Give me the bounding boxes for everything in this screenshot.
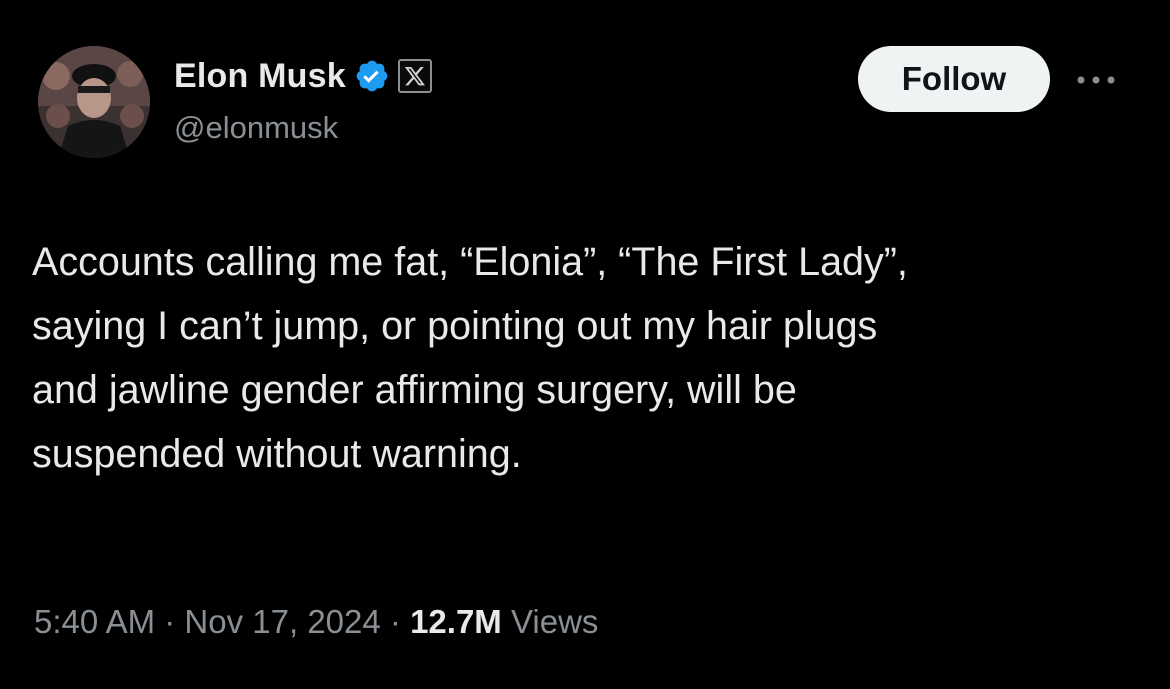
avatar-image [38,46,150,158]
more-horizontal-icon [1077,76,1115,84]
tweet-text-line: and jawline gender affirming surgery, wi… [32,368,797,412]
meta-separator: · [164,603,176,640]
author-handle[interactable]: @elonmusk [174,110,338,146]
tweet-metadata: 5:40 AM · Nov 17, 2024 · 12.7M Views [34,603,598,641]
tweet-card: Elon Musk @elonmusk Follow Accounts call… [0,0,1170,689]
author-name-row: Elon Musk [174,54,432,98]
verified-badge-icon [354,58,390,94]
tweet-text-line: suspended without warning. [32,432,522,476]
meta-separator: · [389,603,401,640]
views-count: 12.7M [410,603,502,640]
tweet-text-line: Accounts calling me fat, “Elonia”, “The … [32,240,908,284]
tweet-text-line: saying I can’t jump, or pointing out my … [32,304,878,348]
avatar[interactable] [38,46,150,158]
views-label: Views [510,603,599,640]
tweet-time[interactable]: 5:40 AM [34,603,155,640]
author-display-name[interactable]: Elon Musk [174,57,346,96]
x-logo-icon[interactable] [397,59,432,93]
tweet-date[interactable]: Nov 17, 2024 [184,603,380,640]
tweet-text: Accounts calling me fat, “Elonia”, “The … [32,230,1152,486]
follow-button[interactable]: Follow [858,46,1050,112]
more-options-button[interactable] [1068,60,1124,100]
